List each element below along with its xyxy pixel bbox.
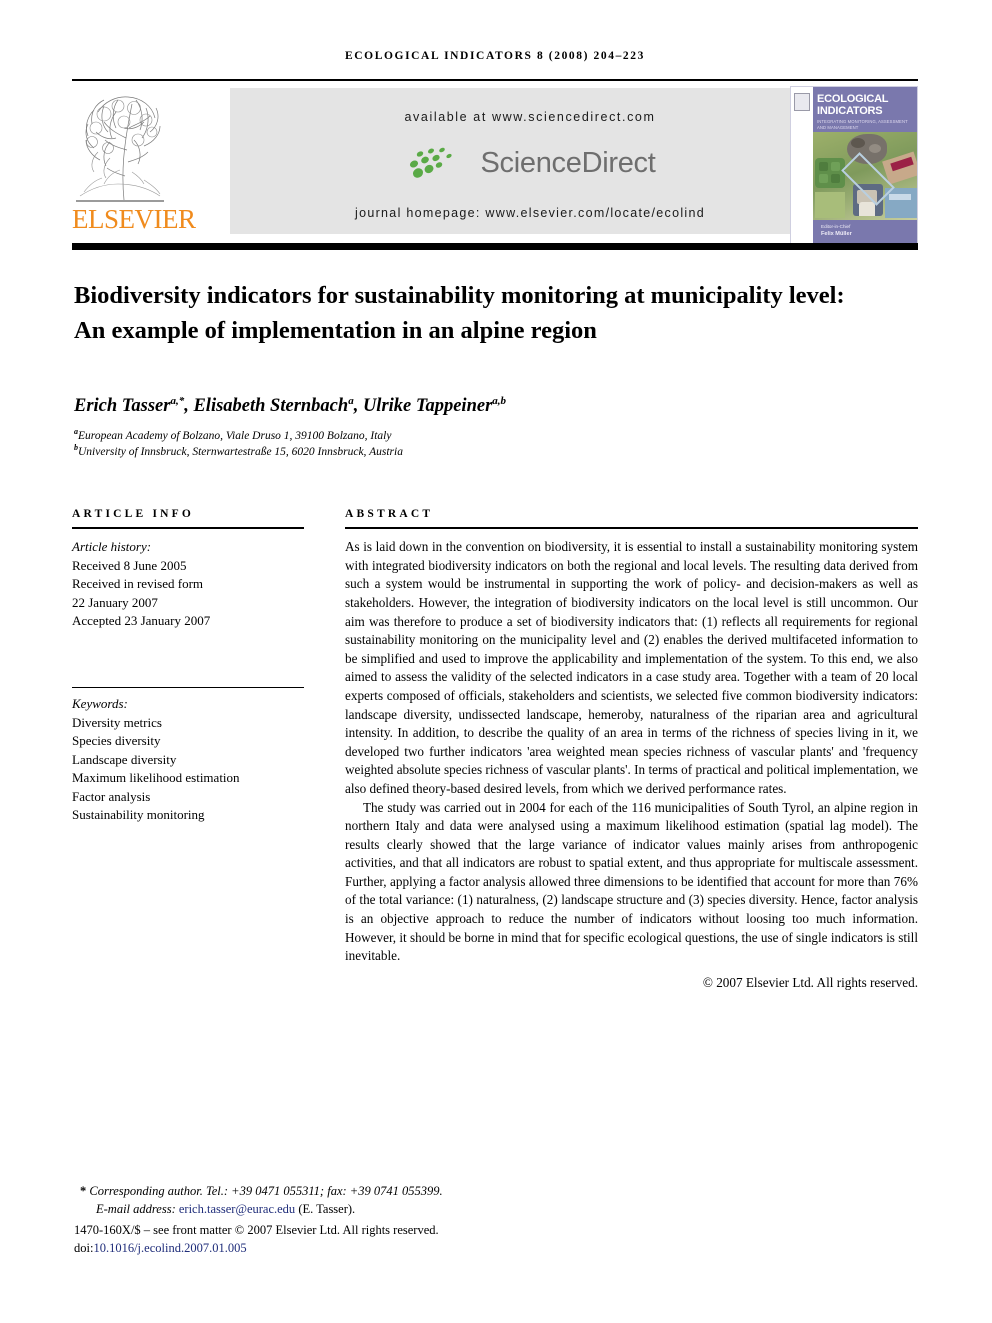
keywords-block: Keywords: Diversity metrics Species dive… xyxy=(72,695,304,825)
masthead-bottom-rule xyxy=(72,243,918,250)
affiliation-b: bUniversity of Innsbruck, Sternwartestra… xyxy=(74,443,403,458)
history-item: Accepted 23 January 2007 xyxy=(72,613,211,629)
abstract-paragraph-2: The study was carried out in 2004 for ea… xyxy=(345,799,919,964)
keywords-rule xyxy=(72,686,304,689)
sciencedirect-leaf-icon xyxy=(409,147,452,178)
elsevier-wordmark: ELSEVIER xyxy=(72,204,196,234)
elsevier-tree-icon xyxy=(76,96,164,202)
history-item: 22 January 2007 xyxy=(72,594,158,610)
journal-article-page: Ecological Indicators 8 (2008) 204–223 xyxy=(0,0,992,1323)
page-title: Biodiversity indicators for sustainabili… xyxy=(74,282,845,345)
email-suffix: (E. Tasser). xyxy=(298,1202,356,1216)
article-info-column: ARTICLE INFO Article history: Received 8… xyxy=(72,508,304,825)
cover-photo-collage xyxy=(813,132,917,220)
page-footer: * Corresponding author. Tel.: +39 0471 0… xyxy=(74,1182,674,1257)
cover-journal-subtitle: INTEGRATING MONITORING, ASSESSMENT AND M… xyxy=(817,119,908,130)
keyword-item: Landscape diversity xyxy=(72,751,177,767)
doi-label: doi: xyxy=(74,1241,94,1255)
abstract-heading: ABSTRACT xyxy=(345,508,434,520)
corresponding-marker: * xyxy=(80,1184,87,1198)
history-item: Received 8 June 2005 xyxy=(72,557,187,573)
cover-journal-title: ECOLOGICAL INDICATORS xyxy=(817,93,889,117)
available-at-text: available at www.sciencedirect.com xyxy=(404,110,656,124)
doi-link[interactable]: 10.1016/j.ecolind.2007.01.005 xyxy=(93,1241,246,1255)
elsevier-logo: ELSEVIER xyxy=(72,86,196,238)
affiliation-a: aEuropean Academy of Bolzano, Viale Drus… xyxy=(74,427,392,442)
author-list: Erich Tassera,*, Elisabeth Sternbacha, U… xyxy=(74,394,507,416)
abstract-rule xyxy=(345,527,918,530)
corresponding-author-note: * Corresponding author. Tel.: +39 0471 0… xyxy=(80,1184,443,1198)
abstract-paragraph-1: As is laid down in the convention on bio… xyxy=(345,539,918,796)
affiliations: aEuropean Academy of Bolzano, Viale Drus… xyxy=(74,428,914,460)
sciencedirect-logo: ScienceDirect xyxy=(230,144,830,190)
running-head: Ecological Indicators 8 (2008) 204–223 xyxy=(345,50,645,62)
doi-line: doi:10.1016/j.ecolind.2007.01.005 xyxy=(74,1239,674,1257)
keyword-item: Factor analysis xyxy=(72,788,151,804)
sciencedirect-banner: available at www.sciencedirect.com Scien… xyxy=(230,88,830,234)
keyword-item: Diversity metrics xyxy=(72,714,162,730)
article-info-rule xyxy=(72,527,304,530)
email-link[interactable]: erich.tasser@eurac.edu xyxy=(179,1202,295,1216)
masthead: ELSEVIER available at www.sciencedirect.… xyxy=(72,86,918,244)
email-line: E-mail address: erich.tasser@eurac.edu (… xyxy=(74,1200,674,1218)
article-history-label: Article history: xyxy=(72,539,152,555)
journal-homepage-text: journal homepage: www.elsevier.com/locat… xyxy=(355,206,705,220)
journal-cover-thumbnail: ECOLOGICAL INDICATORS INTEGRATING MONITO… xyxy=(790,86,918,244)
email-label: E-mail address: xyxy=(96,1202,176,1216)
cover-left-strip xyxy=(791,87,813,243)
issn-line: 1470-160X/$ – see front matter © 2007 El… xyxy=(74,1223,439,1237)
keyword-item: Species diversity xyxy=(72,733,161,749)
article-info-heading: ARTICLE INFO xyxy=(72,508,195,520)
history-item: Received in revised form xyxy=(72,576,204,592)
header-rule xyxy=(72,79,918,81)
keyword-item: Sustainability monitoring xyxy=(72,807,205,823)
cover-elsevier-mark-icon xyxy=(794,93,810,111)
keywords-label: Keywords: xyxy=(72,696,128,712)
abstract-column: ABSTRACT As is laid down in the conventi… xyxy=(345,508,918,993)
article-history: Article history: Received 8 June 2005 Re… xyxy=(72,538,304,631)
sciencedirect-wordmark: ScienceDirect xyxy=(480,146,656,179)
abstract-copyright: © 2007 Elsevier Ltd. All rights reserved… xyxy=(702,974,918,990)
cover-editor: Editor-in-Chief Felix Müller xyxy=(821,224,852,237)
keyword-item: Maximum likelihood estimation xyxy=(72,770,240,786)
